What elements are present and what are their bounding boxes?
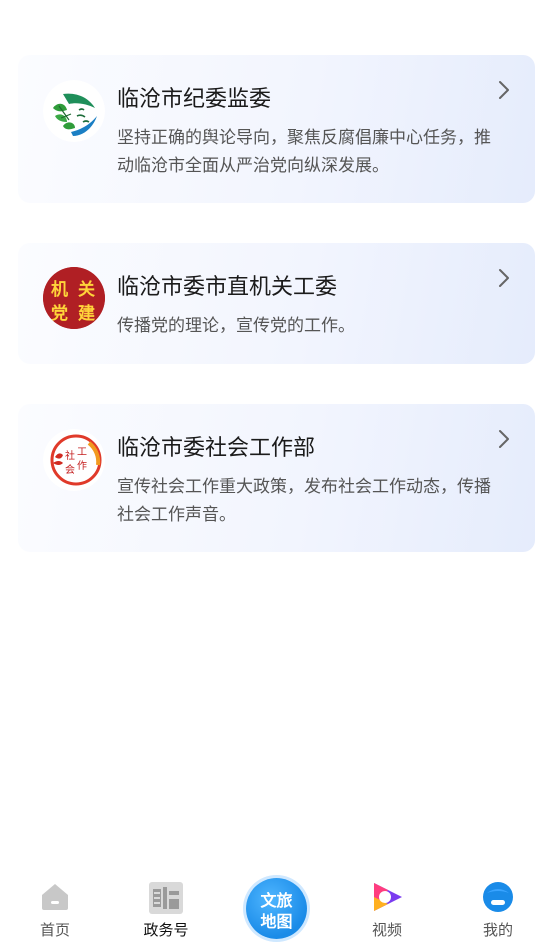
lincang-discipline-logo — [43, 80, 105, 142]
logo-char: 党 — [51, 304, 68, 324]
svg-text:会: 会 — [65, 463, 75, 476]
bottom-tab-bar: 首页 政务号 文旅 地图 视频 我的 — [0, 872, 553, 951]
tab-home[interactable]: 首页 — [15, 872, 95, 942]
logo-char: 建 — [78, 304, 95, 324]
video-icon — [370, 881, 404, 917]
gov-account-card-2[interactable]: 机 关 党 建 临沧市委市直机关工委 传播党的理论，宣传党的工作。 — [18, 243, 535, 364]
svg-text:工: 工 — [77, 447, 87, 458]
chevron-right-icon — [495, 79, 513, 101]
tab-label: 视频 — [371, 921, 402, 939]
chevron-right-icon — [495, 267, 513, 289]
card-title: 临沧市委社会工作部 — [117, 436, 316, 461]
svg-text:作: 作 — [77, 460, 87, 472]
home-icon — [39, 881, 71, 915]
card-title: 临沧市委市直机关工委 — [117, 275, 338, 300]
card-description: 传播党的理论，宣传党的工作。 — [117, 316, 355, 336]
svg-text:社: 社 — [65, 449, 75, 462]
organ-party-building-logo: 机 关 党 建 — [43, 267, 105, 329]
tab-label: 我的 — [482, 921, 513, 939]
center-button-line2: 地图 — [260, 912, 293, 931]
card-description: 宣传社会工作重大政策，发布社会工作动态，传播社会工作声音。 — [117, 477, 491, 525]
tab-label: 政务号 — [143, 921, 189, 939]
chevron-right-icon — [495, 428, 513, 450]
gov-account-icon — [148, 881, 184, 919]
tab-profile[interactable]: 我的 — [458, 872, 538, 942]
card-description: 坚持正确的舆论导向，聚焦反腐倡廉中心任务，推动临沧市全面从严治党向纵深发展。 — [117, 128, 491, 176]
gov-account-card-3[interactable]: 社 工 会 作 临沧市委社会工作部 宣传社会工作重大政策，发布社会工作动态，传播… — [18, 404, 535, 552]
culture-tourism-map-button[interactable]: 文旅 地图 — [246, 878, 307, 939]
profile-icon — [482, 881, 514, 917]
logo-char: 关 — [78, 280, 95, 300]
logo-char: 机 — [51, 280, 68, 300]
tab-gov-account[interactable]: 政务号 — [126, 872, 206, 942]
tab-label: 首页 — [39, 921, 70, 939]
gov-account-card-1[interactable]: 临沧市纪委监委 坚持正确的舆论导向，聚焦反腐倡廉中心任务，推动临沧市全面从严治党… — [18, 55, 535, 203]
tab-video[interactable]: 视频 — [347, 872, 427, 942]
social-work-logo: 社 工 会 作 — [43, 429, 105, 491]
card-title: 临沧市纪委监委 — [117, 87, 272, 112]
